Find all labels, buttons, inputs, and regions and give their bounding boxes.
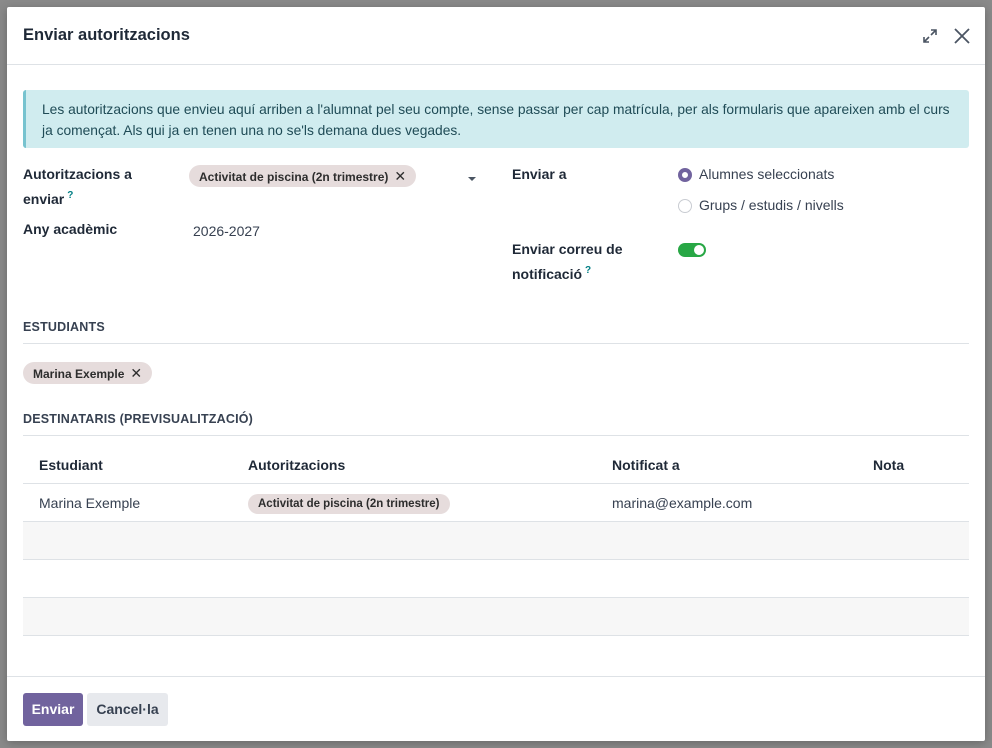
student-tag: Marina Exemple ✕ xyxy=(23,362,153,384)
authorizations-label-line1: Autoritzacions a xyxy=(23,166,132,182)
authorization-tag: Activitat de piscina (2n trimestre) xyxy=(248,494,450,515)
radio-selected-students[interactable] xyxy=(678,168,692,182)
dropdown-caret-icon[interactable] xyxy=(468,177,476,181)
radio-groups-label[interactable]: Grups / estudis / nivells xyxy=(699,197,844,213)
send-authorizations-dialog: Enviar autoritzacions Les autoritzacions… xyxy=(7,7,985,741)
column-header-student[interactable]: Estudiant xyxy=(39,445,103,485)
dialog-footer: Enviar Cancel·la xyxy=(7,676,985,741)
authorizations-label-line2: enviar xyxy=(23,191,65,207)
column-header-note[interactable]: Nota xyxy=(873,445,904,485)
dialog-header: Enviar autoritzacions xyxy=(7,7,985,65)
table-row-empty xyxy=(23,598,969,636)
notify-label-line2: notificació xyxy=(512,266,583,282)
radio-selected-students-label[interactable]: Alumnes seleccionats xyxy=(699,166,834,182)
send-button[interactable]: Enviar xyxy=(23,693,83,726)
cancel-button[interactable]: Cancel·la xyxy=(87,693,168,726)
table-header-row: Estudiant Autoritzacions Notificat a Not… xyxy=(23,445,969,484)
notify-label-line1: Enviar correu de xyxy=(512,241,623,257)
recipients-section-title: DESTINATARIS (PREVISUALITZACIÓ) xyxy=(23,412,969,436)
authorization-tag: Activitat de piscina (2n trimestre) ✕ xyxy=(189,165,417,187)
send-to-label: Enviar a xyxy=(512,166,567,182)
table-row-empty xyxy=(23,560,969,598)
year-label: Any acadèmic xyxy=(23,221,118,237)
cell-authorization: Activitat de piscina (2n trimestre) xyxy=(248,484,450,522)
student-tag-label: Marina Exemple xyxy=(33,367,125,381)
recipients-table: Estudiant Autoritzacions Notificat a Not… xyxy=(23,445,969,636)
notify-label: Enviar correu de notificació? xyxy=(512,239,623,285)
help-mark[interactable]: ? xyxy=(67,190,73,201)
radio-groups[interactable] xyxy=(678,199,692,213)
expand-icon[interactable] xyxy=(918,24,942,48)
column-header-authorizations[interactable]: Autoritzacions xyxy=(248,445,345,485)
close-icon[interactable] xyxy=(950,24,974,48)
help-mark[interactable]: ? xyxy=(585,265,591,276)
students-section-title: ESTUDIANTS xyxy=(23,320,969,344)
dialog-title: Enviar autoritzacions xyxy=(23,26,190,44)
table-row-empty xyxy=(23,522,969,560)
notify-toggle[interactable] xyxy=(678,243,706,257)
authorizations-label: Autoritzacions a enviar? xyxy=(23,164,132,210)
tag-remove-icon[interactable]: ✕ xyxy=(394,168,406,184)
authorization-tag-label: Activitat de piscina (2n trimestre) xyxy=(199,170,389,184)
column-header-notified-to[interactable]: Notificat a xyxy=(612,445,680,485)
year-value[interactable]: 2026-2027 xyxy=(193,223,260,239)
info-alert: Les autoritzacions que envieu aquí arrib… xyxy=(23,90,969,148)
table-row[interactable]: Marina Exemple Activitat de piscina (2n … xyxy=(23,484,969,522)
cell-notified-to: marina@example.com xyxy=(612,495,753,511)
tag-remove-icon[interactable]: ✕ xyxy=(130,365,142,381)
cell-student: Marina Exemple xyxy=(39,495,141,511)
